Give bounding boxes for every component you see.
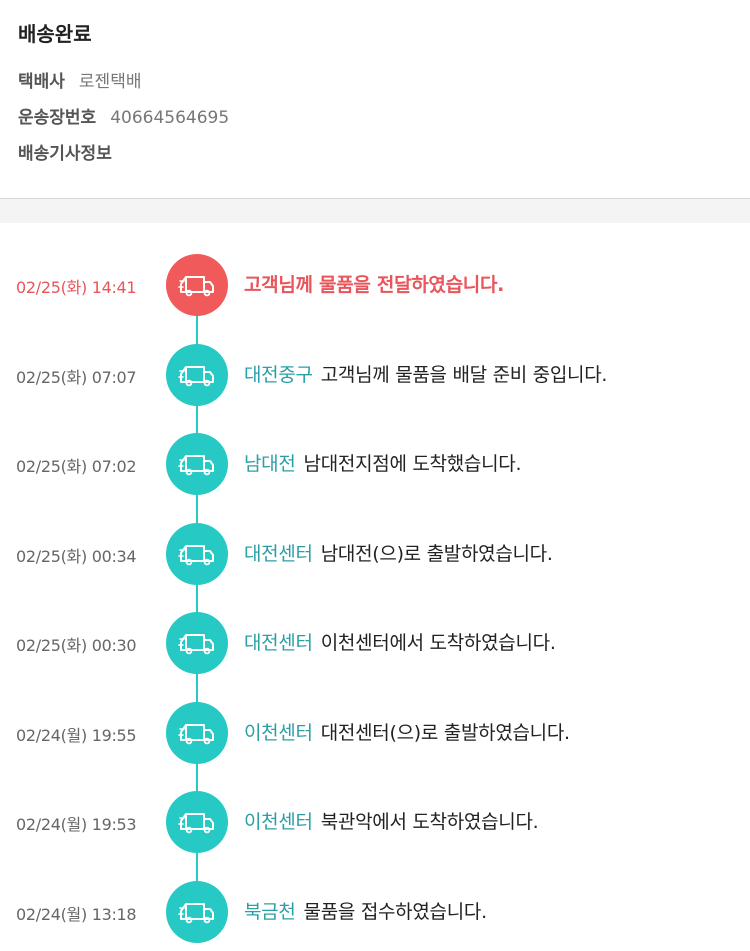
timeline-event: 02/25(화) 00:34 대전센터 남대전(으)로 출발하였습니다. (0, 522, 750, 585)
event-message: 고객님께 물품을 전달하였습니다. (244, 274, 505, 296)
tracking-row: 운송장번호 40664564695 (18, 106, 732, 130)
courier-value: 로젠택배 (78, 72, 142, 92)
event-message: 남대전(으)로 출발하였습니다. (320, 542, 553, 565)
event-time: 02/25(화) 07:02 (16, 457, 137, 476)
timeline-event: 02/24(월) 19:53 이천센터 북관악에서 도착하였습니다. (0, 791, 750, 853)
tracking-timeline: 02/25(화) 14:41 고객님께 물품을 전달하였습니다. 02/25(화) … (0, 223, 750, 951)
truck-icon (166, 522, 228, 585)
courier-label: 택배사 (18, 72, 65, 92)
event-message: 북관악에서 도착하였습니다. (320, 811, 539, 833)
event-time: 02/25(화) 14:41 (16, 278, 137, 297)
truck-icon (166, 701, 228, 764)
event-message: 남대전지점에 도착했습니다. (303, 453, 522, 475)
tracking-label: 운송장번호 (18, 108, 97, 128)
event-location: 대전중구 (244, 363, 313, 386)
truck-icon (166, 433, 228, 495)
tracking-number: 40664564695 (110, 108, 230, 128)
truck-icon (166, 612, 228, 674)
event-location: 이천센터 (244, 721, 313, 744)
event-location: 남대전 (244, 453, 296, 475)
timeline-event: 02/24(월) 13:18 북금천 물품을 접수하였습니다. (0, 880, 750, 943)
truck-icon (166, 880, 228, 943)
event-time: 02/25(화) 00:34 (16, 546, 137, 566)
event-description: 대전센터 남대전(으)로 출발하였습니다. (244, 539, 553, 566)
event-time: 02/24(월) 13:18 (16, 904, 137, 924)
event-description: 고객님께 물품을 전달하였습니다. (244, 270, 504, 297)
truck-icon (166, 343, 228, 406)
event-description: 북금천 물품을 접수하였습니다. (244, 897, 487, 924)
driver-info-label[interactable]: 배송기사정보 (18, 142, 112, 166)
event-description: 대전중구 고객님께 물품을 배달 준비 중입니다. (244, 360, 607, 387)
event-message: 대전센터(으)로 출발하였습니다. (320, 721, 570, 744)
event-location: 북금천 (244, 900, 296, 923)
section-divider (0, 198, 750, 223)
event-location: 이천센터 (244, 811, 313, 833)
event-location: 대전센터 (244, 542, 313, 565)
event-description: 남대전 남대전지점에 도착했습니다. (244, 449, 521, 476)
timeline-event: 02/25(화) 00:30 대전센터 이천센터에서 도착하였습니다. (0, 612, 750, 674)
timeline-event: 02/25(화) 07:07 대전중구 고객님께 물품을 배달 준비 중입니다. (0, 343, 750, 406)
event-description: 이천센터 대전센터(으)로 출발하였습니다. (244, 718, 570, 745)
event-description: 이천센터 북관악에서 도착하였습니다. (244, 807, 539, 834)
timeline-event: 02/25(화) 07:02 남대전 남대전지점에 도착했습니다. (0, 433, 750, 495)
delivery-status: 배송완료 (18, 22, 92, 46)
truck-icon (166, 254, 228, 316)
event-time: 02/25(화) 00:30 (16, 636, 137, 655)
driver-info-row[interactable]: 배송기사정보 (18, 142, 732, 166)
event-message: 고객님께 물품을 배달 준비 중입니다. (320, 363, 608, 386)
event-time: 02/24(월) 19:53 (16, 815, 137, 834)
event-description: 대전센터 이천센터에서 도착하였습니다. (244, 628, 556, 655)
truck-icon (166, 791, 228, 853)
delivery-info: 배송완료 택배사 로젠택배 운송장번호 40664564695 배송기사정보 (0, 0, 750, 178)
timeline-event: 02/24(월) 19:55 이천센터 대전센터(으)로 출발하였습니다. (0, 701, 750, 764)
timeline-event: 02/25(화) 14:41 고객님께 물품을 전달하였습니다. (0, 254, 750, 316)
event-time: 02/24(월) 19:55 (16, 725, 137, 745)
event-message: 이천센터에서 도착하였습니다. (320, 632, 556, 654)
courier-row: 택배사 로젠택배 (18, 70, 732, 94)
event-location: 대전센터 (244, 632, 313, 654)
event-time: 02/25(화) 07:07 (16, 367, 137, 387)
event-message: 물품을 접수하였습니다. (303, 900, 488, 923)
